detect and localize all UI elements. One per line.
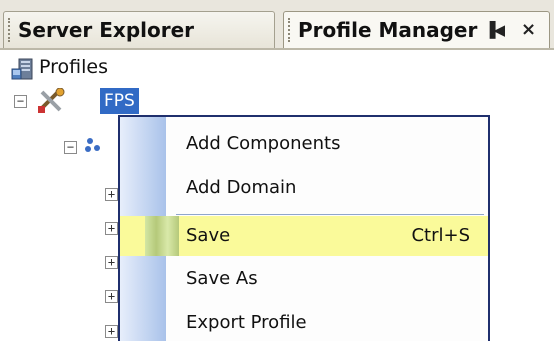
menu-item-label: Save	[186, 225, 231, 246]
context-menu: Add Components Add Domain Save Ctrl+S Sa…	[118, 115, 490, 341]
tab-server-explorer-label: Server Explorer	[18, 18, 195, 42]
tab-strip: Server Explorer Profile Manager ▐◀ ×	[0, 0, 554, 50]
menu-item-shortcut: Ctrl+S	[411, 225, 470, 246]
menu-item-label: Export Profile	[186, 312, 307, 333]
menu-item-add-components[interactable]: Add Components	[120, 124, 488, 164]
expand-node-toggle[interactable]: +	[105, 256, 118, 269]
tab-profile-manager[interactable]: Profile Manager ▐◀ ×	[283, 11, 550, 49]
menu-item-label: Save As	[186, 268, 258, 289]
pin-icon[interactable]: ▐◀	[484, 12, 505, 48]
expand-node-toggle[interactable]: +	[105, 325, 118, 338]
menu-item-export-profile[interactable]: Export Profile	[120, 303, 488, 343]
menu-item-label: Add Domain	[186, 177, 297, 198]
menu-item-save-as[interactable]: Save As	[120, 259, 488, 299]
tree-node-profiles[interactable]: Profiles	[39, 54, 108, 80]
tree-node-fps[interactable]: FPS	[100, 88, 139, 114]
close-icon[interactable]: ×	[521, 12, 536, 48]
menu-item-label: Add Components	[186, 133, 341, 154]
expand-node-toggle[interactable]: +	[105, 188, 118, 201]
expand-node-toggle[interactable]: +	[105, 222, 118, 235]
tab-profile-manager-label: Profile Manager	[298, 18, 478, 42]
collapse-fps-toggle[interactable]: −	[14, 95, 27, 108]
tools-icon	[38, 88, 65, 113]
tab-grip	[8, 18, 13, 42]
menu-separator	[176, 214, 484, 215]
collapse-child-toggle[interactable]: −	[64, 141, 77, 154]
highlight-gutter	[145, 216, 179, 256]
components-icon	[85, 138, 100, 152]
expand-node-toggle[interactable]: +	[105, 290, 118, 303]
menu-item-save[interactable]: Save Ctrl+S	[120, 216, 488, 256]
profiles-folder-icon	[11, 58, 33, 80]
tab-grip	[288, 18, 293, 42]
tab-server-explorer[interactable]: Server Explorer	[3, 11, 275, 49]
menu-item-add-domain[interactable]: Add Domain	[120, 168, 488, 208]
